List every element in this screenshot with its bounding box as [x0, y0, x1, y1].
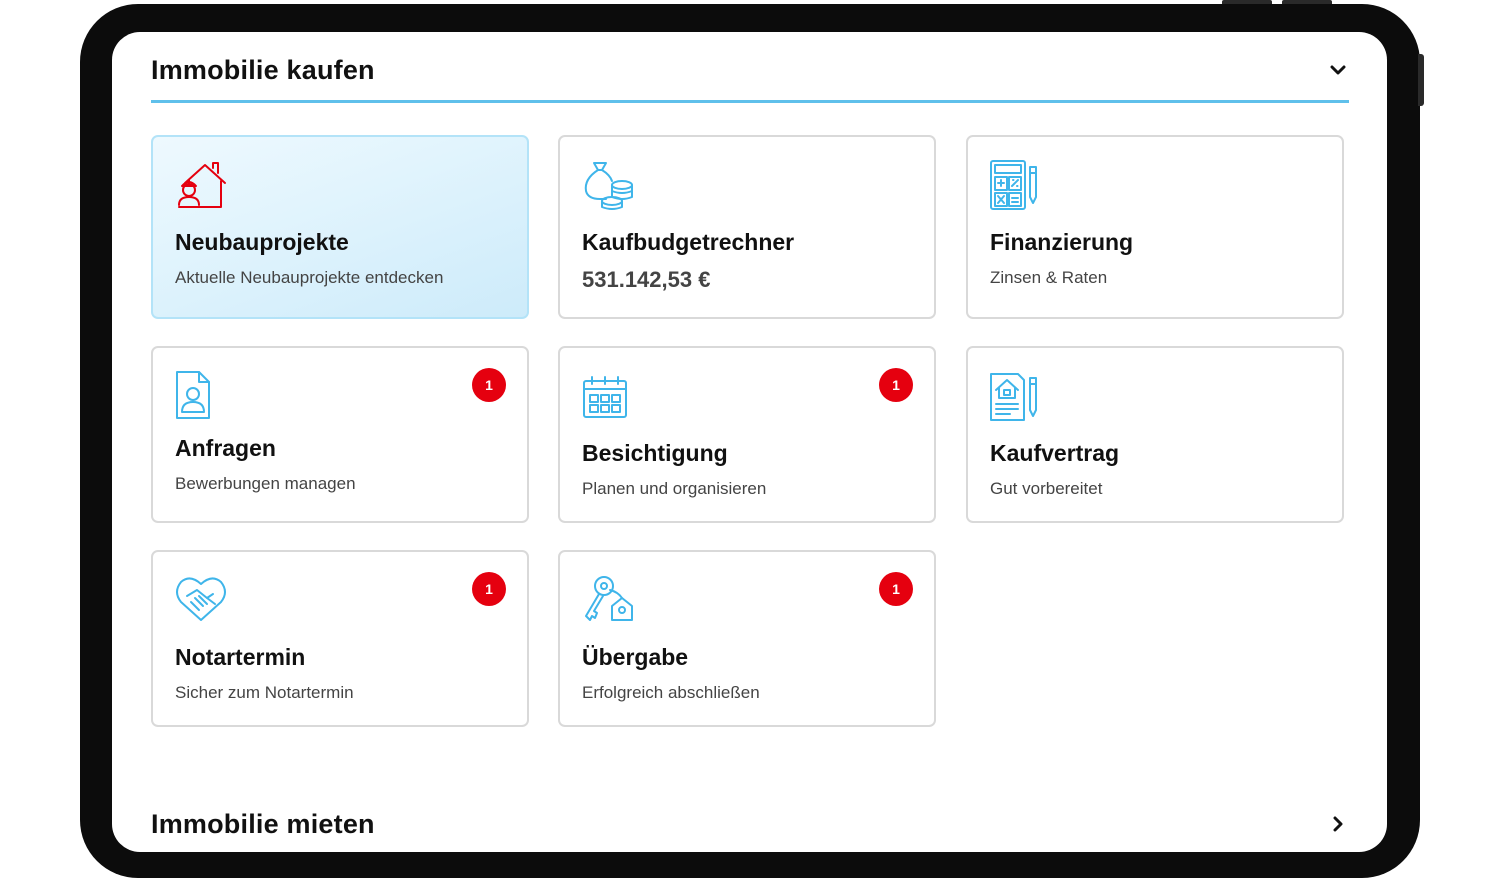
notification-badge: 1 [879, 572, 913, 606]
notification-badge: 1 [879, 368, 913, 402]
tile-title: Besichtigung [582, 440, 728, 466]
calculator-pen-icon [988, 157, 1044, 213]
tile-subtitle: Aktuelle Neubauprojekte entdecken [175, 268, 444, 287]
section-title-rent: Immobilie mieten [151, 808, 375, 839]
tile-neubauprojekte[interactable]: Neubauprojekte Aktuelle Neubauprojekte e… [151, 135, 529, 319]
tile-subtitle: Gut vorbereitet [990, 479, 1103, 498]
tile-title: Anfragen [175, 435, 276, 461]
tile-subtitle: Bewerbungen managen [175, 474, 356, 493]
chevron-down-icon[interactable] [1327, 59, 1349, 81]
section-header-buy[interactable]: Immobilie kaufen [151, 50, 1349, 90]
tile-title: Notartermin [175, 644, 306, 670]
tile-subtitle: Sicher zum Notartermin [175, 683, 354, 702]
tile-notartermin[interactable]: 1 Notartermin Sicher zum Notartermin [151, 550, 529, 727]
profile-document-icon [173, 368, 229, 424]
tile-title: Finanzierung [990, 229, 1134, 255]
tile-anfragen[interactable]: 1 Anfragen Bewerbungen managen [151, 346, 529, 523]
section-header-rent[interactable]: Immobilie mieten [151, 804, 1349, 844]
house-builder-icon [173, 157, 229, 213]
section-title-buy: Immobilie kaufen [151, 54, 375, 85]
tile-finanzierung[interactable]: Finanzierung Zinsen & Raten [966, 135, 1344, 319]
tile-subtitle: Erfolgreich abschließen [582, 683, 760, 702]
tablet-screen: Immobilie kaufen Neubauprojekte Aktuelle… [112, 32, 1387, 852]
tile-besichtigung[interactable]: 1 Besichtigung Planen und organisieren [558, 346, 936, 523]
tile-title: Kaufvertrag [990, 440, 1120, 466]
money-bag-coins-icon [580, 157, 636, 213]
notification-badge: 1 [472, 572, 506, 606]
tile-kaufbudgetrechner[interactable]: Kaufbudgetrechner 531.142,53 € [558, 135, 936, 319]
tile-subtitle: Zinsen & Raten [990, 268, 1108, 287]
calendar-icon [580, 373, 636, 429]
contract-house-pen-icon [988, 368, 1044, 424]
tile-title: Übergabe [582, 644, 689, 670]
chevron-right-icon[interactable] [1327, 813, 1349, 835]
tile-title: Kaufbudgetrechner [582, 229, 795, 255]
handshake-heart-icon [173, 572, 229, 628]
tile-kaufvertrag[interactable]: Kaufvertrag Gut vorbereitet [966, 346, 1344, 523]
keys-house-icon [580, 572, 636, 628]
budget-value: 531.142,53 € [582, 267, 711, 292]
notification-badge: 1 [472, 368, 506, 402]
tile-title: Neubauprojekte [175, 229, 349, 255]
side-button [1418, 54, 1424, 106]
tile-subtitle: Planen und organisieren [582, 479, 767, 498]
section-divider [151, 100, 1349, 103]
tile-uebergabe[interactable]: 1 Übergabe Erfolgreich abschließen [558, 550, 936, 727]
